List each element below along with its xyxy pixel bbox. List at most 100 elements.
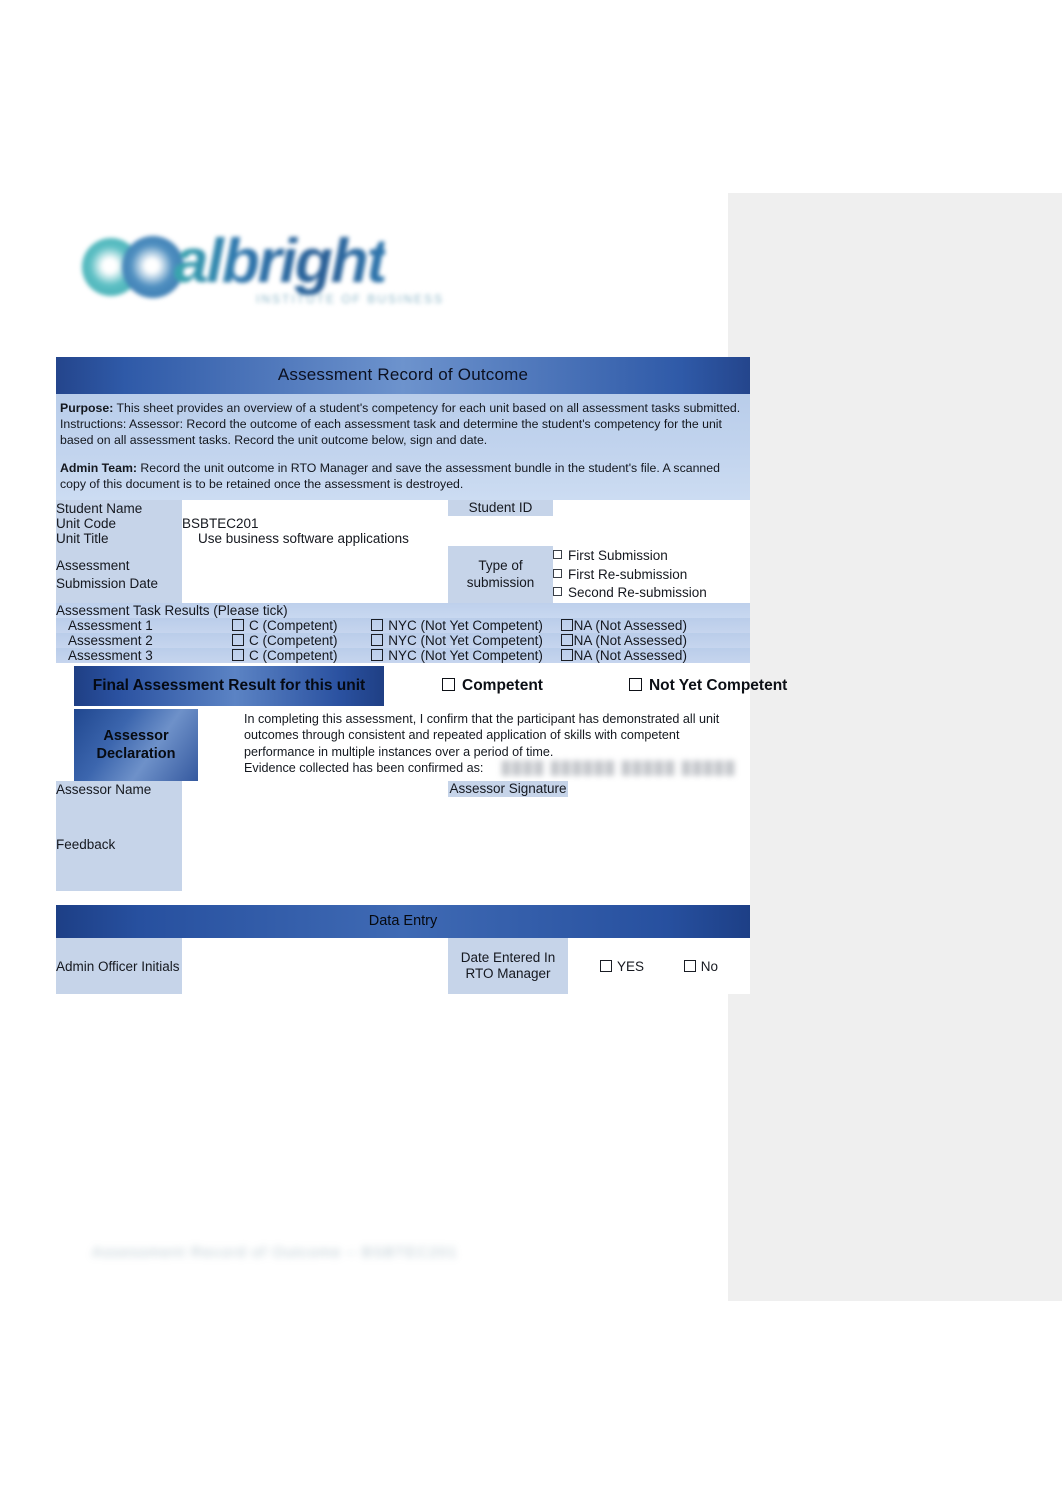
- final-option-not-yet-competent[interactable]: Not Yet Competent: [628, 676, 788, 695]
- unit-code-value[interactable]: BSBTEC201: [182, 516, 750, 532]
- assessor-table: Assessor Name Assessor Signature Feedbac…: [56, 780, 750, 892]
- assessor-name-label: Assessor Name: [56, 780, 182, 798]
- assessment-3-option-nyc[interactable]: NYC (Not Yet Competent): [371, 648, 543, 663]
- assessment-2-option-na[interactable]: NA (Not Assessed): [560, 632, 687, 648]
- table-row-unit-title: Unit Title Use business software applica…: [56, 531, 750, 547]
- checkbox-icon[interactable]: [232, 648, 244, 661]
- assessor-declaration-label: Assessor Declaration: [74, 708, 198, 781]
- option-label: NYC (Not Yet Competent): [388, 632, 543, 648]
- task-results-section-label: Assessment Task Results (Please tick): [56, 602, 750, 618]
- logo-tagline: INSTITUTE OF BUSINESS: [256, 292, 445, 306]
- final-result-options: Competent Not Yet Competent: [390, 662, 787, 709]
- assessment-1-option-c[interactable]: C (Competent): [232, 618, 338, 633]
- assessment-3-options: C (Competent) NYC (Not Yet Competent) NA…: [182, 647, 750, 663]
- date-entered-no[interactable]: No: [683, 958, 719, 974]
- checkbox-icon[interactable]: [553, 587, 562, 597]
- submission-date-input[interactable]: [182, 546, 448, 603]
- option-label: NA (Not Assessed): [573, 647, 687, 663]
- date-entered-label: Date Entered In RTO Manager: [448, 938, 568, 995]
- student-name-label: Student Name: [56, 500, 182, 517]
- checkbox-icon[interactable]: [232, 618, 244, 631]
- assessment-form-table: Student Name Student ID Unit Code BSBTEC…: [56, 500, 750, 663]
- assessor-signature-input[interactable]: [568, 780, 750, 798]
- table-row-data-entry: Admin Officer Initials Date Entered In R…: [56, 938, 750, 995]
- checkbox-icon[interactable]: [553, 550, 562, 560]
- submission-option[interactable]: First Submission: [553, 547, 750, 565]
- table-row-student: Student Name Student ID: [56, 500, 750, 517]
- document-footer: Assessment Record of Outcome – BSBTEC201: [92, 1244, 458, 1261]
- student-name-input[interactable]: [182, 500, 448, 517]
- assessment-2-option-nyc[interactable]: NYC (Not Yet Competent): [371, 633, 543, 648]
- submission-option-label: First Re-submission: [568, 566, 688, 582]
- type-of-submission-label: Type of submission: [448, 546, 553, 603]
- student-id-input[interactable]: [553, 500, 750, 517]
- option-label: NA (Not Assessed): [573, 632, 687, 648]
- option-label: Competent: [462, 676, 543, 694]
- assessment-2-options: C (Competent) NYC (Not Yet Competent) NA…: [182, 632, 750, 648]
- final-result-row: Final Assessment Result for this unit Co…: [56, 662, 787, 709]
- checkbox-icon[interactable]: [442, 677, 455, 691]
- checkbox-icon[interactable]: [371, 633, 384, 646]
- option-label: NYC (Not Yet Competent): [388, 647, 543, 663]
- checkbox-icon[interactable]: [553, 568, 562, 578]
- option-label: No: [700, 958, 719, 974]
- assessment-1-options: C (Competent) NYC (Not Yet Competent) NA…: [182, 617, 750, 633]
- unit-title-value[interactable]: Use business software applications: [182, 531, 750, 547]
- page-title: Assessment Record of Outcome: [56, 357, 750, 394]
- purpose-paragraph: Purpose: This sheet provides an overview…: [60, 400, 746, 416]
- page-viewer-background: [728, 193, 1062, 1301]
- unit-code-label: Unit Code: [56, 516, 182, 532]
- checkbox-icon[interactable]: [628, 677, 642, 691]
- option-label: C (Competent): [249, 647, 338, 663]
- assessment-3-label: Assessment 3: [56, 647, 182, 663]
- evidence-line: Evidence collected has been confirmed as…: [244, 761, 484, 775]
- evidence-redacted-text: ████ ██████ █████ █████: [501, 761, 737, 776]
- final-option-competent[interactable]: Competent: [442, 677, 543, 695]
- table-row: Assessment 3 C (Competent) NYC (Not Yet …: [56, 647, 750, 663]
- assessment-1-option-na[interactable]: NA (Not Assessed): [560, 617, 687, 633]
- checkbox-icon[interactable]: [683, 959, 696, 972]
- option-label: C (Competent): [249, 632, 338, 648]
- option-label: Not Yet Competent: [648, 676, 788, 694]
- option-label: C (Competent): [249, 617, 338, 633]
- table-row-unit-code: Unit Code BSBTEC201: [56, 516, 750, 532]
- submission-option-label: Second Re-submission: [568, 585, 707, 601]
- table-row: Assessment 2 C (Competent) NYC (Not Yet …: [56, 632, 750, 648]
- assessment-3-option-c[interactable]: C (Competent): [232, 648, 338, 663]
- assessment-3-option-na[interactable]: NA (Not Assessed): [560, 647, 687, 663]
- checkbox-icon[interactable]: [371, 618, 384, 631]
- table-row: Assessment 1 C (Competent) NYC (Not Yet …: [56, 617, 750, 633]
- table-row-task-results-header: Assessment Task Results (Please tick): [56, 602, 750, 618]
- admin-label: Admin Team:: [60, 460, 137, 475]
- assessment-2-label: Assessment 2: [56, 632, 182, 648]
- admin-initials-label: Admin Officer Initials: [56, 938, 182, 995]
- option-label: NA (Not Assessed): [573, 617, 687, 633]
- assessment-2-option-c[interactable]: C (Competent): [232, 633, 338, 648]
- checkbox-icon[interactable]: [232, 633, 244, 646]
- assessment-1-option-nyc[interactable]: NYC (Not Yet Competent): [371, 618, 543, 633]
- assessment-1-label: Assessment 1: [56, 617, 182, 633]
- checkbox-icon[interactable]: [560, 633, 573, 646]
- checkbox-icon[interactable]: [560, 618, 573, 631]
- checkbox-icon[interactable]: [371, 648, 384, 661]
- admin-initials-input[interactable]: [182, 938, 448, 995]
- instructions-paragraph: Instructions: Assessor: Record the outco…: [60, 417, 722, 448]
- table-row-assessor-name: Assessor Name Assessor Signature: [56, 780, 750, 798]
- date-entered-yes[interactable]: YES: [599, 959, 644, 974]
- feedback-input[interactable]: [182, 797, 750, 892]
- date-entered-options: YES No: [568, 938, 750, 995]
- checkbox-icon[interactable]: [599, 959, 612, 972]
- checkbox-icon[interactable]: [560, 648, 573, 661]
- assessor-declaration-text-block: In completing this assessment, I confirm…: [244, 711, 746, 777]
- student-id-label: Student ID: [448, 500, 553, 517]
- purpose-label: Purpose:: [60, 401, 114, 415]
- submission-option[interactable]: First Re-submission: [553, 566, 750, 584]
- assessor-declaration-text: In completing this assessment, I confirm…: [244, 711, 720, 759]
- data-entry-table: Admin Officer Initials Date Entered In R…: [56, 938, 750, 995]
- submission-option[interactable]: Second Re-submission: [553, 584, 750, 602]
- assessor-signature-label: Assessor Signature: [448, 780, 568, 798]
- assessor-name-input[interactable]: [182, 780, 448, 798]
- final-result-label: Final Assessment Result for this unit: [74, 665, 384, 706]
- purpose-text: This sheet provides an overview of a stu…: [116, 401, 741, 415]
- logo-wordmark: albright: [174, 227, 387, 296]
